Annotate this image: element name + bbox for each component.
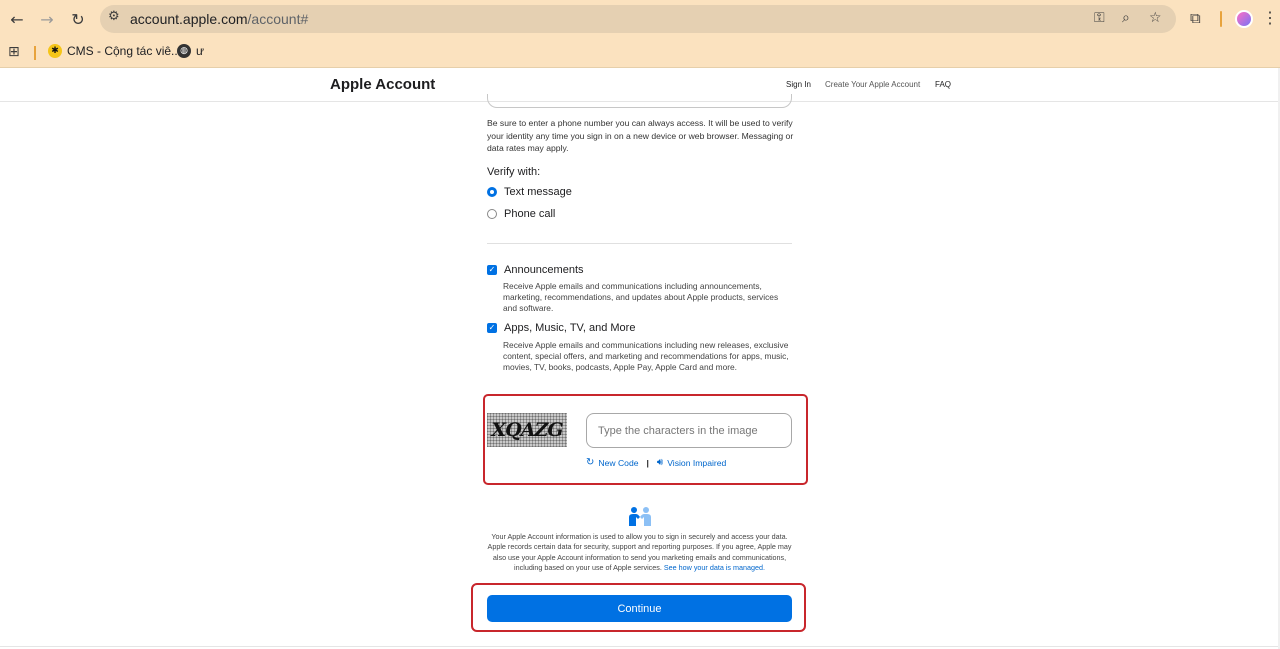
menu-icon[interactable]: ⋮	[1262, 8, 1278, 28]
checkbox-checked-icon[interactable]: ✓	[487, 265, 497, 275]
address-bar[interactable]: ⚙ account.apple.com/account# ⚿ ⌕ ☆	[100, 5, 1176, 33]
captcha-links: ↻ New Code | 🔊︎ Vision Impaired	[586, 457, 726, 468]
star-icon[interactable]: ☆	[1149, 10, 1162, 26]
create-account-link[interactable]: Create Your Apple Account	[825, 80, 920, 89]
checkbox-label: Announcements	[504, 264, 584, 276]
radio-text-message[interactable]: Text message	[487, 186, 572, 198]
captcha-input[interactable]	[586, 413, 792, 448]
checkbox-checked-icon[interactable]: ✓	[487, 323, 497, 333]
privacy-link[interactable]: See how your data is managed.	[664, 563, 765, 572]
refresh-icon: ↻	[586, 457, 595, 468]
apps-music-tv-description: Receive Apple emails and communications …	[503, 340, 789, 372]
bookmarks-bar: ⊞ ✱ CMS - Cộng tác viê... ◍ ư	[0, 38, 1280, 68]
captcha-image: XQAZG	[487, 413, 567, 447]
url-text: account.apple.com/account#	[130, 11, 308, 27]
announcements-description: Receive Apple emails and communications …	[503, 281, 779, 313]
extensions-icon[interactable]: ⧉	[1190, 9, 1201, 27]
key-icon[interactable]: ⚿	[1094, 10, 1105, 26]
radio-phone-call[interactable]: Phone call	[487, 208, 555, 220]
forward-icon[interactable]: →	[35, 7, 59, 31]
new-code-label: New Code	[598, 457, 639, 468]
radio-button-checked[interactable]	[487, 187, 497, 197]
new-code-link[interactable]: ↻ New Code	[586, 457, 639, 468]
bookmark-cms[interactable]: ✱ CMS - Cộng tác viê...	[48, 44, 181, 58]
bookmarks-separator	[34, 46, 36, 60]
bookmark-favicon-icon: ✱	[48, 44, 62, 58]
globe-icon: ◍	[177, 44, 191, 58]
brand-title[interactable]: Apple Account	[330, 76, 435, 93]
sign-in-link[interactable]: Sign In	[786, 80, 811, 89]
avatar[interactable]	[1235, 10, 1253, 28]
bookmark-u[interactable]: ◍ ư	[177, 44, 204, 58]
bookmark-label: ư	[196, 44, 205, 58]
site-info-icon[interactable]: ⚙	[108, 9, 120, 24]
radio-label: Text message	[504, 186, 572, 198]
checkbox-label: Apps, Music, TV, and More	[504, 322, 636, 334]
section-divider	[487, 243, 792, 244]
phone-number-input[interactable]	[487, 94, 792, 108]
verify-with-label: Verify with:	[487, 166, 541, 178]
continue-button[interactable]: Continue	[487, 595, 792, 622]
checkbox-announcements[interactable]: ✓ Announcements	[487, 264, 584, 276]
url-host: account.apple.com	[130, 11, 248, 27]
link-separator: |	[646, 457, 649, 468]
bookmark-label: CMS - Cộng tác viê...	[67, 44, 182, 58]
vision-impaired-link[interactable]: 🔊︎ Vision Impaired	[657, 457, 726, 468]
reload-icon[interactable]: ↻	[66, 7, 90, 31]
privacy-handshake-icon	[629, 507, 651, 526]
checkbox-apps-music-tv[interactable]: ✓ Apps, Music, TV, and More	[487, 322, 635, 334]
radio-button[interactable]	[487, 209, 497, 219]
vision-impaired-label: Vision Impaired	[667, 457, 727, 468]
zoom-icon[interactable]: ⌕	[1122, 10, 1130, 26]
phone-help-text: Be sure to enter a phone number you can …	[487, 118, 794, 153]
speaker-icon: 🔊︎	[656, 457, 664, 468]
faq-link[interactable]: FAQ	[935, 80, 951, 89]
privacy-notice: Your Apple Account information is used t…	[487, 532, 792, 573]
apps-grid-icon[interactable]: ⊞	[8, 44, 20, 60]
footer-divider	[0, 646, 1280, 647]
toolbar-separator	[1220, 11, 1222, 27]
radio-label: Phone call	[504, 208, 556, 220]
browser-toolbar: ← → ↻ ⚙ account.apple.com/account# ⚿ ⌕ ☆…	[0, 0, 1280, 38]
url-path: /account#	[247, 11, 309, 27]
back-icon[interactable]: ←	[5, 7, 29, 31]
